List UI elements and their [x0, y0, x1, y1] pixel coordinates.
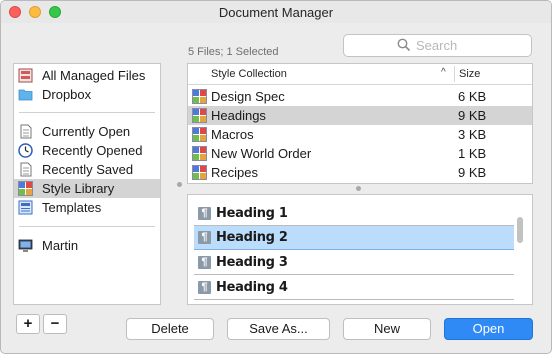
document-manager-window: Document Manager All Managed Files Dropb…	[0, 0, 552, 354]
style-collection-icon	[192, 127, 207, 142]
table-row[interactable]: Macros 3 KB	[188, 125, 532, 144]
style-collection-icon	[192, 146, 207, 161]
window-title: Document Manager	[218, 5, 334, 20]
file-size: 3 KB	[458, 127, 487, 142]
column-header-size[interactable]: Size	[459, 68, 480, 80]
sidebar-item-label: Recently Saved	[42, 162, 134, 177]
paragraph-style-icon: ¶	[198, 231, 211, 244]
preview-scrollbar[interactable]	[517, 217, 523, 243]
column-divider[interactable]	[454, 66, 455, 82]
search-field[interactable]: Search	[343, 34, 532, 57]
sidebar-item-style-library[interactable]: Style Library	[14, 179, 160, 198]
file-count-status: 5 Files; 1 Selected	[188, 46, 279, 58]
sidebar-item-label: Templates	[42, 200, 102, 215]
list-item[interactable]: ¶ Heading 2	[194, 226, 514, 250]
vertical-splitter-handle[interactable]	[177, 182, 182, 187]
list-item[interactable]: ¶ Heading 3	[194, 251, 514, 275]
folder-icon	[18, 89, 33, 101]
file-name: New World Order	[211, 146, 312, 161]
style-collection-icon	[192, 108, 207, 123]
sidebar-item-label: All Managed Files	[42, 68, 146, 83]
search-placeholder: Search	[416, 38, 458, 53]
clock-icon	[18, 143, 33, 158]
style-collection-icon	[192, 89, 207, 104]
table-row[interactable]: New World Order 1 KB	[188, 144, 532, 163]
file-name: Headings	[211, 108, 266, 123]
horizontal-splitter-handle[interactable]	[356, 186, 361, 191]
file-size: 6 KB	[458, 89, 487, 104]
sidebar-item-templates[interactable]: Templates	[14, 198, 160, 217]
open-button[interactable]: Open	[444, 318, 533, 340]
file-size: 9 KB	[458, 108, 487, 123]
computer-icon	[18, 239, 33, 252]
file-name: Design Spec	[211, 89, 285, 104]
style-collection-icon	[192, 165, 207, 180]
search-icon	[397, 38, 411, 52]
sidebar-item-label: Martin	[42, 238, 79, 253]
file-size: 1 KB	[458, 146, 487, 161]
list-item[interactable]: ¶ Heading 4	[194, 276, 514, 300]
sidebar-item-martin[interactable]: Martin	[14, 236, 160, 255]
column-header-style-collection[interactable]: Style Collection	[211, 68, 287, 80]
style-collection-table: Style Collection ^ Size Design Spec 6 KB…	[187, 63, 533, 184]
title-bar[interactable]: Document Manager	[1, 1, 551, 23]
save-as-button[interactable]: Save As...	[227, 318, 330, 340]
document-icon	[20, 124, 32, 139]
template-icon	[18, 200, 33, 215]
table-header: Style Collection ^ Size	[188, 64, 532, 85]
delete-button[interactable]: Delete	[126, 318, 214, 340]
file-name: Macros	[211, 127, 254, 142]
sidebar-item-dropbox[interactable]: Dropbox	[14, 85, 160, 104]
table-row[interactable]: Recipes 9 KB	[188, 163, 532, 182]
paragraph-style-icon: ¶	[198, 281, 211, 294]
table-row[interactable]: Headings 9 KB	[188, 106, 532, 125]
sidebar-item-label: Currently Open	[42, 124, 131, 139]
remove-location-button[interactable]: −	[43, 314, 67, 334]
sidebar-item-recently-opened[interactable]: Recently Opened	[14, 141, 160, 160]
sidebar-divider	[19, 226, 155, 227]
sidebar-item-label: Dropbox	[42, 87, 92, 102]
style-name: Heading 1	[216, 206, 288, 221]
style-preview-list: ¶ Heading 1 ¶ Heading 2 ¶ Heading 3 ¶ He…	[187, 194, 533, 305]
sidebar-item-label: Recently Opened	[42, 143, 143, 158]
sidebar-item-recently-saved[interactable]: Recently Saved	[14, 160, 160, 179]
sidebar-divider	[19, 112, 155, 113]
sort-ascending-icon: ^	[441, 67, 446, 78]
paragraph-style-icon: ¶	[198, 256, 211, 269]
file-cabinet-icon	[18, 68, 33, 83]
document-icon	[20, 162, 32, 177]
sidebar-item-label: Style Library	[42, 181, 115, 196]
style-name: Heading 2	[216, 230, 288, 245]
add-location-button[interactable]: +	[16, 314, 40, 334]
file-size: 9 KB	[458, 165, 487, 180]
sidebar-item-all-managed-files[interactable]: All Managed Files	[14, 66, 160, 85]
paragraph-style-icon: ¶	[198, 207, 211, 220]
table-row[interactable]: Design Spec 6 KB	[188, 87, 532, 106]
style-name: Heading 3	[216, 255, 288, 270]
list-item[interactable]: ¶ Heading 1	[194, 202, 514, 226]
source-list: All Managed Files Dropbox Currently Open	[13, 63, 161, 305]
style-name: Heading 4	[216, 280, 288, 295]
file-name: Recipes	[211, 165, 258, 180]
style-library-icon	[18, 181, 33, 196]
sidebar-item-currently-open[interactable]: Currently Open	[14, 122, 160, 141]
new-button[interactable]: New	[343, 318, 431, 340]
